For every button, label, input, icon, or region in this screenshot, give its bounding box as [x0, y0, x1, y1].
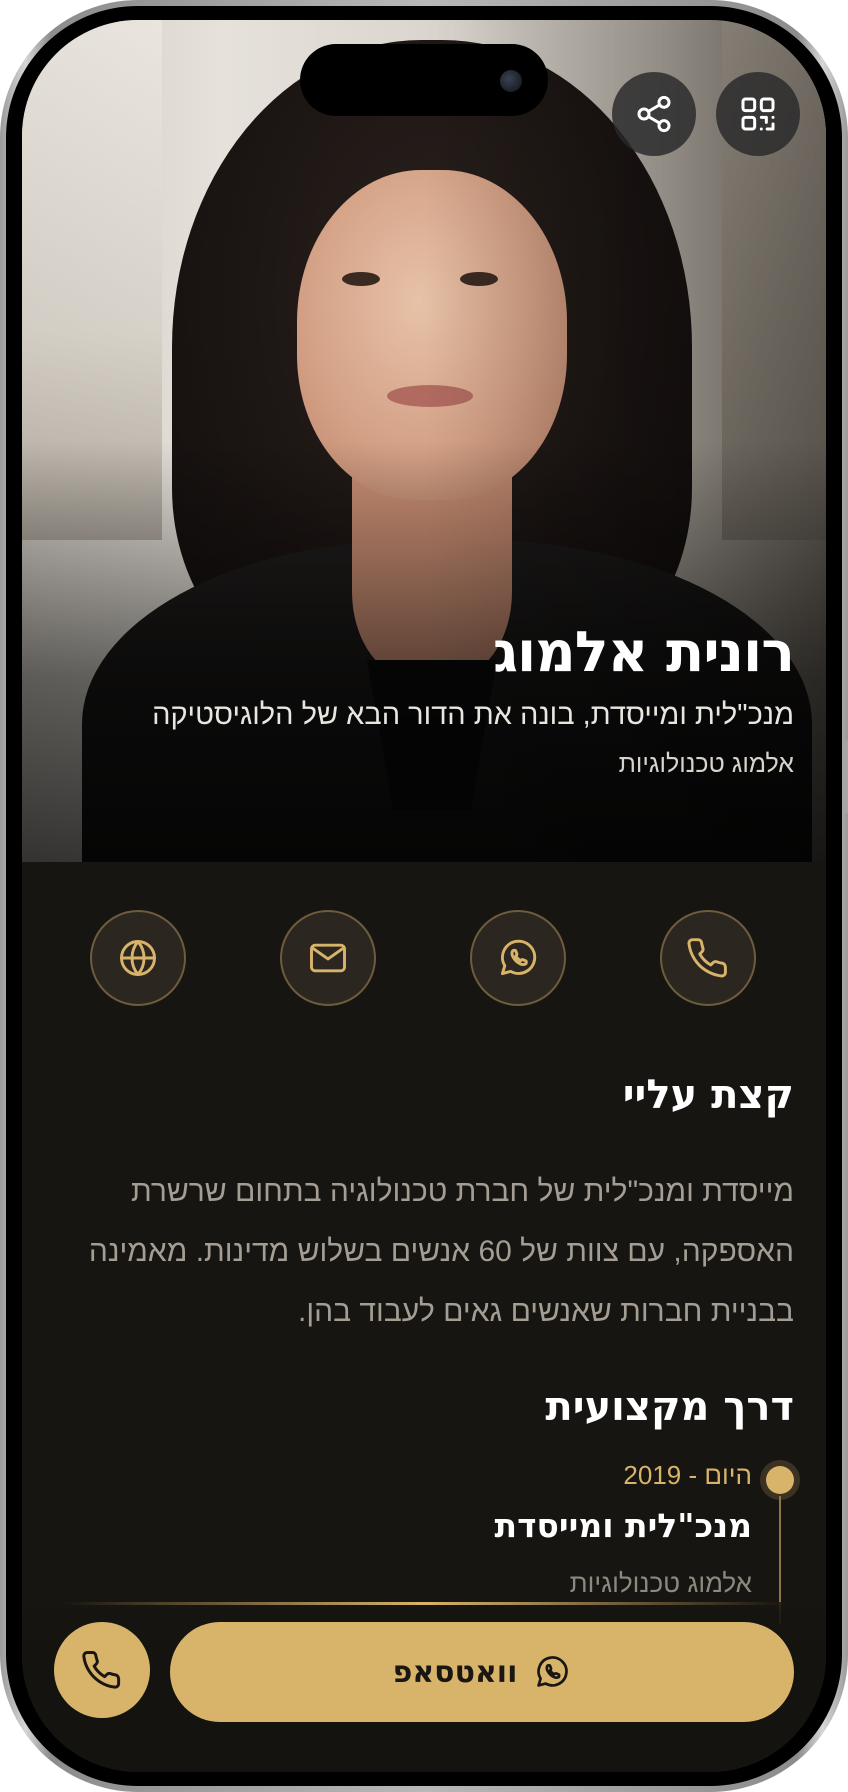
whatsapp-icon [500, 939, 537, 976]
camera-icon [500, 70, 522, 92]
qr-code-button[interactable] [716, 72, 800, 156]
share-button[interactable] [612, 72, 696, 156]
about-line: מייסדת ומנכ"לית של חברת טכנולוגיה בתחום … [131, 1175, 794, 1208]
phone-icon [82, 1651, 121, 1689]
career-role: מנכ"לית ומייסדת [494, 1506, 752, 1545]
bottom-action-bar: וואטסאפ [22, 1602, 826, 1772]
contact-actions [22, 910, 826, 1010]
phone-action-button[interactable] [660, 910, 756, 1006]
qr-code-icon [741, 97, 775, 131]
whatsapp-icon [537, 1656, 569, 1687]
dynamic-island [300, 44, 548, 116]
profile-title: מנכ"לית ומייסדת, בונה את הדור הבא של הלו… [152, 699, 794, 731]
email-action-button[interactable] [280, 910, 376, 1006]
side-button [844, 740, 848, 814]
timeline-dot [766, 1466, 794, 1494]
globe-icon [120, 940, 156, 976]
career-date: 2019 - היום [623, 1460, 752, 1490]
career-company: אלמוג טכנולוגיות [569, 1568, 752, 1598]
share-icon [637, 95, 671, 133]
profile-header: רונית אלמוג מנכ"לית ומייסדת, בונה את הדו… [152, 620, 795, 779]
whatsapp-button-label: וואטסאפ [392, 1654, 518, 1690]
about-heading: קצת עליי [622, 1072, 794, 1118]
phone-icon [687, 938, 727, 978]
profile-company: אלמוג טכנולוגיות [618, 750, 794, 778]
bottom-divider [62, 1602, 786, 1605]
profile-screen: רונית אלמוג מנכ"לית ומייסדת, בונה את הדו… [22, 20, 826, 1772]
call-button[interactable] [54, 1622, 150, 1718]
about-line: בבניית חברות שאנשים גאים לעבוד בהן. [297, 1295, 794, 1328]
whatsapp-button[interactable]: וואטסאפ [170, 1622, 794, 1722]
profile-name: רונית אלמוג [493, 620, 795, 685]
whatsapp-action-button[interactable] [470, 910, 566, 1006]
mail-icon [310, 943, 346, 973]
career-heading: דרך מקצועית [545, 1384, 794, 1430]
about-text: מייסדת ומנכ"לית של חברת טכנולוגיה בתחום … [74, 1162, 794, 1342]
about-line: האספקה, עם צוות של 60 אנשים בשלוש מדינות… [88, 1235, 794, 1268]
website-action-button[interactable] [90, 910, 186, 1006]
